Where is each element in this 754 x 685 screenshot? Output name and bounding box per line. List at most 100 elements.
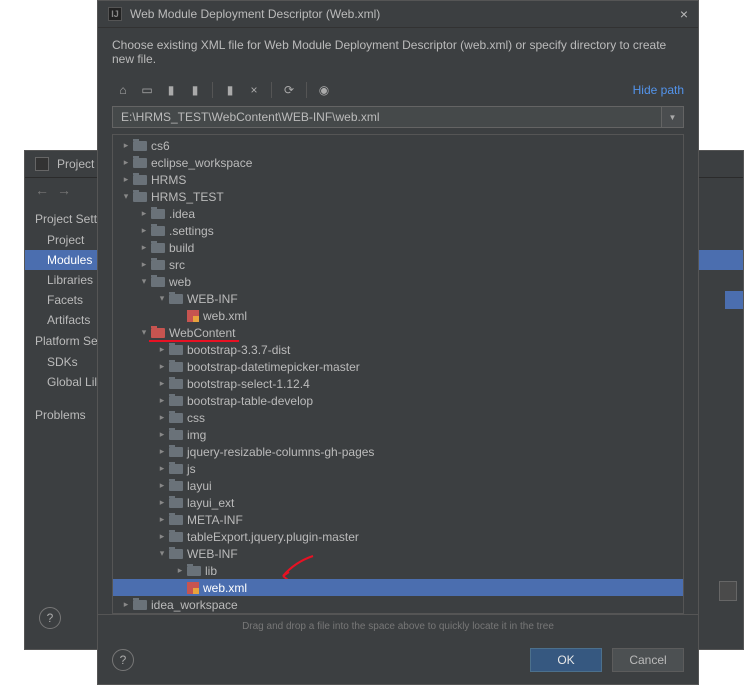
tree-node[interactable]: build xyxy=(113,239,683,256)
tree-node[interactable]: .settings xyxy=(113,222,683,239)
path-input[interactable] xyxy=(112,106,662,128)
folder-icon xyxy=(151,243,165,253)
expand-open-icon[interactable] xyxy=(121,191,131,202)
close-icon[interactable]: × xyxy=(680,6,688,22)
tree-node[interactable]: jquery-resizable-columns-gh-pages xyxy=(113,443,683,460)
cancel-button[interactable]: Cancel xyxy=(612,648,684,672)
tree-node[interactable]: WEB-INF xyxy=(113,290,683,307)
module-icon[interactable]: ▮ xyxy=(184,80,206,100)
tree-node-label: WEB-INF xyxy=(187,292,238,306)
expand-closed-icon[interactable] xyxy=(139,259,149,270)
expand-closed-icon[interactable] xyxy=(157,361,167,372)
expand-closed-icon[interactable] xyxy=(157,531,167,542)
project-icon[interactable]: ▮ xyxy=(160,80,182,100)
tree-node[interactable]: bootstrap-datetimepicker-master xyxy=(113,358,683,375)
tree-node[interactable]: layui_ext xyxy=(113,494,683,511)
show-hidden-icon[interactable]: ◉ xyxy=(313,80,335,100)
hide-path-link[interactable]: Hide path xyxy=(633,83,684,97)
tree-node[interactable]: WEB-INF xyxy=(113,545,683,562)
forward-arrow-icon[interactable]: → xyxy=(57,182,71,198)
help-button[interactable]: ? xyxy=(39,607,61,629)
tree-node[interactable]: unity_download xyxy=(113,613,683,614)
folder-icon xyxy=(169,413,183,423)
expand-closed-icon[interactable] xyxy=(139,242,149,253)
expand-closed-icon[interactable] xyxy=(121,140,131,151)
toolbar: ⌂ ▭ ▮ ▮ ▮ × ⟳ ◉ Hide path xyxy=(98,78,698,106)
folder-icon xyxy=(151,209,165,219)
expand-open-icon[interactable] xyxy=(157,293,167,304)
expand-closed-icon[interactable] xyxy=(157,344,167,355)
expand-closed-icon[interactable] xyxy=(121,157,131,168)
expand-open-icon[interactable] xyxy=(139,327,149,338)
tree-node-label: web.xml xyxy=(203,309,247,323)
expand-closed-icon[interactable] xyxy=(157,463,167,474)
tree-node[interactable]: bootstrap-select-1.12.4 xyxy=(113,375,683,392)
delete-icon[interactable]: × xyxy=(243,80,265,100)
separator xyxy=(271,82,272,98)
expand-closed-icon[interactable] xyxy=(157,395,167,406)
bg-truncated-button[interactable] xyxy=(719,581,737,601)
tree-node[interactable]: HRMS xyxy=(113,171,683,188)
tree-node[interactable]: src xyxy=(113,256,683,273)
tree-node[interactable]: css xyxy=(113,409,683,426)
ok-button[interactable]: OK xyxy=(530,648,602,672)
folder-icon xyxy=(169,447,183,457)
expand-closed-icon[interactable] xyxy=(157,412,167,423)
dialog-subtitle: Choose existing XML file for Web Module … xyxy=(98,28,698,78)
tree-node-label: bootstrap-table-develop xyxy=(187,394,313,408)
tree-node[interactable]: bootstrap-table-develop xyxy=(113,392,683,409)
tree-node[interactable]: img xyxy=(113,426,683,443)
dialog-titlebar: IJ Web Module Deployment Descriptor (Web… xyxy=(98,1,698,28)
expand-closed-icon[interactable] xyxy=(157,378,167,389)
expand-closed-icon[interactable] xyxy=(157,429,167,440)
folder-icon xyxy=(169,481,183,491)
expand-closed-icon[interactable] xyxy=(121,174,131,185)
expand-closed-icon[interactable] xyxy=(157,446,167,457)
tree-node-label: layui xyxy=(187,479,212,493)
folder-icon xyxy=(133,192,147,202)
folder-icon xyxy=(169,294,183,304)
tree-node-label: jquery-resizable-columns-gh-pages xyxy=(187,445,374,459)
tree-node[interactable]: web.xml xyxy=(113,307,683,324)
tree-node[interactable]: js xyxy=(113,460,683,477)
folder-icon xyxy=(169,549,183,559)
folder-icon xyxy=(169,532,183,542)
tree-node[interactable]: idea_workspace xyxy=(113,596,683,613)
expand-open-icon[interactable] xyxy=(157,548,167,559)
tree-node[interactable]: layui xyxy=(113,477,683,494)
tree-node[interactable]: .idea xyxy=(113,205,683,222)
expand-closed-icon[interactable] xyxy=(157,514,167,525)
expand-closed-icon[interactable] xyxy=(139,225,149,236)
tree-node-label: css xyxy=(187,411,205,425)
tree-node[interactable]: eclipse_workspace xyxy=(113,154,683,171)
tree-node[interactable]: cs6 xyxy=(113,137,683,154)
tree-node-label: bootstrap-3.3.7-dist xyxy=(187,343,290,357)
tree-node[interactable]: HRMS_TEST xyxy=(113,188,683,205)
tree-node[interactable]: bootstrap-3.3.7-dist xyxy=(113,341,683,358)
expand-closed-icon[interactable] xyxy=(175,565,185,576)
tree-node[interactable]: lib xyxy=(113,562,683,579)
expand-closed-icon[interactable] xyxy=(139,208,149,219)
expand-closed-icon[interactable] xyxy=(157,497,167,508)
tree-node-label: idea_workspace xyxy=(151,598,238,612)
help-button[interactable]: ? xyxy=(112,649,134,671)
file-tree[interactable]: cs6eclipse_workspaceHRMSHRMS_TEST.idea.s… xyxy=(112,134,684,614)
folder-icon xyxy=(151,260,165,270)
home-icon[interactable]: ⌂ xyxy=(112,80,134,100)
tree-node-label: layui_ext xyxy=(187,496,234,510)
expand-closed-icon[interactable] xyxy=(121,599,131,610)
expand-open-icon[interactable] xyxy=(139,276,149,287)
tree-node[interactable]: META-INF xyxy=(113,511,683,528)
back-arrow-icon[interactable]: ← xyxy=(35,182,49,198)
desktop-icon[interactable]: ▭ xyxy=(136,80,158,100)
tree-node[interactable]: tableExport.jquery.plugin-master xyxy=(113,528,683,545)
path-history-dropdown[interactable]: ▼ xyxy=(662,106,684,128)
refresh-icon[interactable]: ⟳ xyxy=(278,80,300,100)
tree-node[interactable]: WebContent xyxy=(113,324,683,341)
new-folder-icon[interactable]: ▮ xyxy=(219,80,241,100)
intellij-icon: IJ xyxy=(108,7,122,21)
tree-node-label: img xyxy=(187,428,206,442)
tree-node[interactable]: web xyxy=(113,273,683,290)
expand-closed-icon[interactable] xyxy=(157,480,167,491)
tree-node[interactable]: web.xml xyxy=(113,579,683,596)
